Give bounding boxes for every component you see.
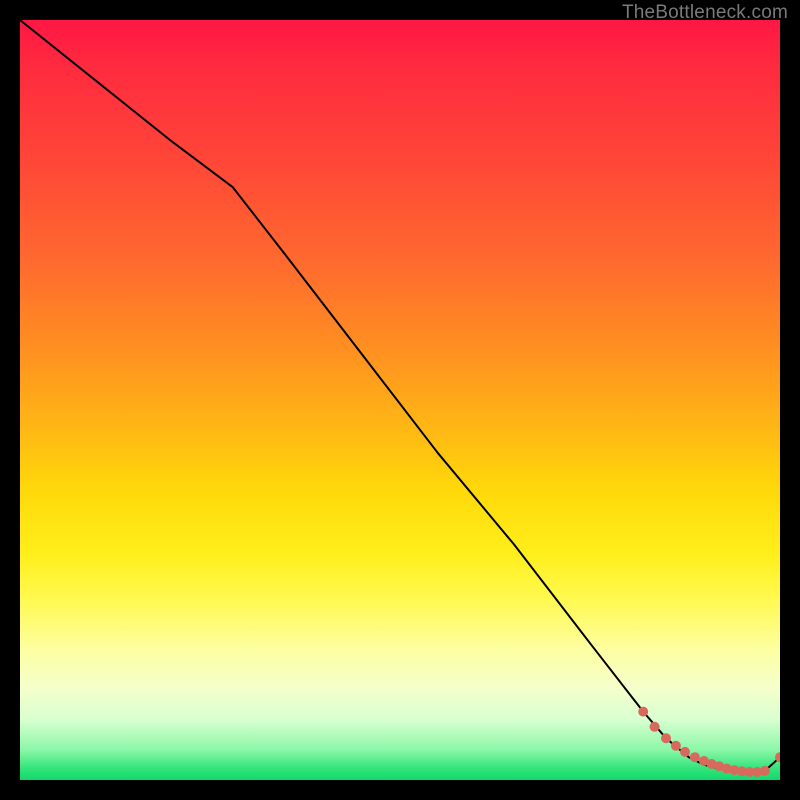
chart-frame: TheBottleneck.com (0, 0, 800, 800)
watermark-label: TheBottleneck.com (622, 2, 788, 24)
plot-area (20, 20, 780, 780)
